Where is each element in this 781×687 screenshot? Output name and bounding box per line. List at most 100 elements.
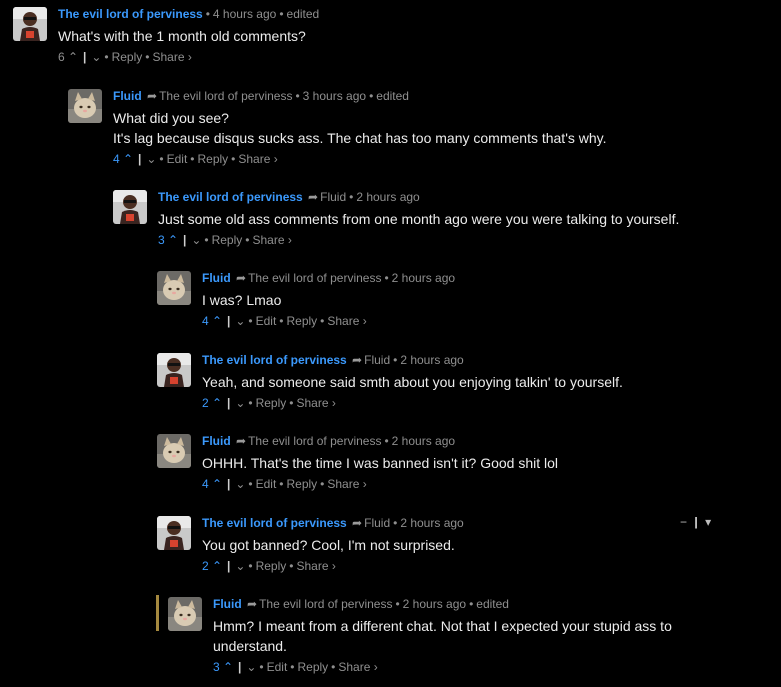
avatar[interactable] bbox=[13, 7, 47, 41]
reply-button[interactable]: Reply bbox=[297, 660, 328, 674]
comment-header: The evil lord of perviness ➦ Fluid • 2 hour… bbox=[158, 190, 758, 205]
chevron-up-icon[interactable]: ⌃ bbox=[123, 151, 133, 167]
vote-separator: | bbox=[227, 314, 231, 328]
separator-dot: • bbox=[320, 314, 325, 328]
reply-to-name[interactable]: The evil lord of perviness bbox=[248, 434, 381, 448]
comment-body: Fluid ➦ The evil lord of perviness • 2 hour… bbox=[213, 597, 781, 675]
author-name[interactable]: Fluid bbox=[213, 597, 242, 611]
avatar[interactable] bbox=[157, 353, 191, 387]
reply-to-name[interactable]: The evil lord of perviness bbox=[159, 89, 292, 103]
share-button[interactable]: Share › bbox=[327, 477, 366, 491]
share-button[interactable]: Share › bbox=[327, 314, 366, 328]
comment-line: Yeah, and someone said smth about you en… bbox=[202, 374, 623, 390]
separator-dot: • bbox=[279, 314, 284, 328]
avatar[interactable] bbox=[113, 190, 147, 224]
edit-button[interactable]: Edit bbox=[256, 477, 277, 491]
comment-body: Fluid ➦ The evil lord of perviness • 2 hour… bbox=[202, 271, 781, 329]
separator-dot: • bbox=[279, 477, 284, 491]
separator-dot: • bbox=[259, 660, 264, 674]
author-name[interactable]: Fluid bbox=[113, 89, 142, 103]
comment-actions: 6 ⌃ | ⌄ • Reply • Share › bbox=[58, 49, 658, 65]
comment-header: Fluid ➦ The evil lord of perviness • 2 hour… bbox=[202, 271, 781, 286]
chevron-down-icon[interactable]: ⌄ bbox=[235, 476, 245, 492]
separator-dot: • bbox=[159, 152, 164, 166]
comment-body: The evil lord of perviness • 4 hours ago • e… bbox=[58, 7, 658, 65]
share-button[interactable]: Share › bbox=[296, 396, 335, 410]
reply-button[interactable]: Reply bbox=[256, 396, 287, 410]
separator-dot: • bbox=[384, 271, 389, 285]
comment-line: understand. bbox=[213, 638, 287, 654]
timestamp[interactable]: 2 hours ago bbox=[400, 353, 463, 367]
author-name[interactable]: Fluid bbox=[202, 271, 231, 285]
comment-body: The evil lord of perviness ➦ Fluid • 2 hour… bbox=[202, 353, 781, 411]
reply-to-name[interactable]: The evil lord of perviness bbox=[259, 597, 392, 611]
chevron-down-icon[interactable]: ⌄ bbox=[146, 151, 156, 167]
timestamp[interactable]: 2 hours ago bbox=[400, 516, 463, 530]
share-button[interactable]: Share › bbox=[238, 152, 277, 166]
share-button[interactable]: Share › bbox=[338, 660, 377, 674]
chevron-up-icon[interactable]: ⌃ bbox=[223, 659, 233, 675]
separator-dot: • bbox=[231, 152, 236, 166]
reply-button[interactable]: Reply bbox=[197, 152, 228, 166]
comment-line: I was? Lmao bbox=[202, 292, 282, 308]
highlight-bar bbox=[156, 595, 159, 631]
reply-to-name[interactable]: Fluid bbox=[364, 353, 390, 367]
separator-dot: • bbox=[393, 353, 398, 367]
reply-to-name[interactable]: The evil lord of perviness bbox=[248, 271, 381, 285]
author-name[interactable]: The evil lord of perviness bbox=[202, 353, 347, 367]
edit-button[interactable]: Edit bbox=[267, 660, 288, 674]
chevron-up-icon[interactable]: ⌃ bbox=[212, 476, 222, 492]
separator-dot: • bbox=[289, 559, 294, 573]
avatar[interactable] bbox=[157, 516, 191, 550]
chevron-down-icon[interactable]: ⌄ bbox=[235, 558, 245, 574]
chevron-up-icon[interactable]: ⌃ bbox=[212, 313, 222, 329]
vote-separator: | bbox=[83, 50, 87, 64]
comment-actions: 4 ⌃ | ⌄ • Edit • Reply • Share › bbox=[113, 151, 713, 167]
edit-button[interactable]: Edit bbox=[256, 314, 277, 328]
options-caret-icon[interactable]: ▾ bbox=[705, 515, 711, 529]
timestamp[interactable]: 2 hours ago bbox=[356, 190, 419, 204]
timestamp[interactable]: 2 hours ago bbox=[392, 271, 455, 285]
timestamp[interactable]: 3 hours ago bbox=[303, 89, 366, 103]
chevron-down-icon[interactable]: ⌄ bbox=[191, 232, 201, 248]
chevron-down-icon[interactable]: ⌄ bbox=[91, 49, 101, 65]
chevron-down-icon[interactable]: ⌄ bbox=[235, 313, 245, 329]
avatar[interactable] bbox=[168, 597, 202, 631]
avatar[interactable] bbox=[68, 89, 102, 123]
author-name[interactable]: Fluid bbox=[202, 434, 231, 448]
chevron-up-icon[interactable]: ⌃ bbox=[212, 395, 222, 411]
share-button[interactable]: Share › bbox=[296, 559, 335, 573]
reply-arrow-icon: ➦ bbox=[232, 434, 247, 448]
comment-line: OHHH. That's the time I was banned isn't… bbox=[202, 455, 559, 471]
comment-line: What did you see? bbox=[113, 110, 229, 126]
author-name[interactable]: The evil lord of perviness bbox=[158, 190, 303, 204]
timestamp[interactable]: 2 hours ago bbox=[403, 597, 466, 611]
reply-button[interactable]: Reply bbox=[286, 477, 317, 491]
share-button[interactable]: Share › bbox=[152, 50, 191, 64]
chevron-up-icon[interactable]: ⌃ bbox=[212, 558, 222, 574]
avatar[interactable] bbox=[157, 434, 191, 468]
reply-button[interactable]: Reply bbox=[256, 559, 287, 573]
chevron-down-icon[interactable]: ⌄ bbox=[246, 659, 256, 675]
comment-line: It's lag because disqus sucks ass. The c… bbox=[113, 130, 607, 146]
author-name[interactable]: The evil lord of perviness bbox=[202, 516, 347, 530]
edit-button[interactable]: Edit bbox=[167, 152, 188, 166]
chevron-down-icon[interactable]: ⌄ bbox=[235, 395, 245, 411]
reply-button[interactable]: Reply bbox=[112, 50, 143, 64]
chevron-up-icon[interactable]: ⌃ bbox=[68, 49, 78, 65]
reply-to-name[interactable]: Fluid bbox=[364, 516, 390, 530]
collapse-icon[interactable]: − bbox=[680, 515, 687, 529]
comment-collapse-controls[interactable]: − | ▾ bbox=[680, 515, 711, 529]
vote-count: 4 bbox=[202, 477, 209, 491]
avatar[interactable] bbox=[157, 271, 191, 305]
timestamp[interactable]: 2 hours ago bbox=[392, 434, 455, 448]
separator-dot: • bbox=[369, 89, 374, 103]
reply-button[interactable]: Reply bbox=[212, 233, 243, 247]
comment-actions: 3 ⌃ | ⌄ • Edit • Reply • Share › bbox=[213, 659, 781, 675]
reply-to-name[interactable]: Fluid bbox=[320, 190, 346, 204]
reply-button[interactable]: Reply bbox=[286, 314, 317, 328]
chevron-up-icon[interactable]: ⌃ bbox=[168, 232, 178, 248]
timestamp[interactable]: 4 hours ago bbox=[213, 7, 276, 21]
author-name[interactable]: The evil lord of perviness bbox=[58, 7, 203, 21]
share-button[interactable]: Share › bbox=[252, 233, 291, 247]
